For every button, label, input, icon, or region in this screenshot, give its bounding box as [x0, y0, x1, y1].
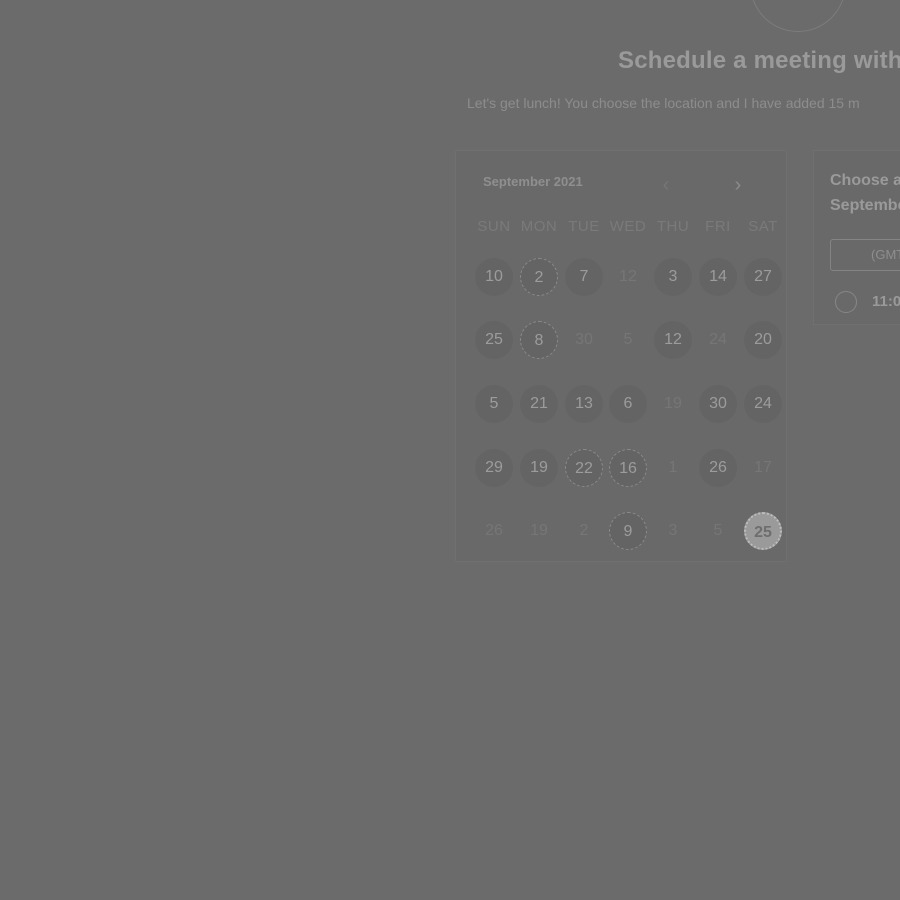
calendar-day: 5 — [623, 331, 633, 348]
calendar-day[interactable]: 25 — [475, 321, 513, 359]
chevron-left-icon[interactable]: ‹ — [654, 172, 678, 198]
calendar-day[interactable]: 30 — [699, 385, 737, 423]
calendar-day[interactable]: 29 — [475, 449, 513, 487]
calendar-day: 30 — [575, 331, 593, 348]
calendar-day: 3 — [668, 522, 678, 539]
calendar-day[interactable]: 12 — [654, 321, 692, 359]
calendar-day[interactable]: 26 — [699, 449, 737, 487]
calendar-day: 2 — [579, 522, 589, 539]
calendar-day[interactable]: 27 — [744, 258, 782, 296]
time-slot-radio[interactable] — [835, 291, 857, 313]
weekday-thu: THU — [656, 218, 690, 235]
timezone-select[interactable]: (GMT — [830, 239, 900, 271]
page-title: Schedule a meeting with — [618, 47, 900, 74]
host-avatar — [750, 0, 846, 32]
calendar-day: 26 — [485, 522, 503, 539]
calendar-day[interactable]: 3 — [654, 258, 692, 296]
calendar-day[interactable]: 24 — [744, 385, 782, 423]
scheduler-page: Schedule a meeting with Let's get lunch!… — [0, 0, 900, 900]
calendar-day[interactable]: 20 — [744, 321, 782, 359]
calendar-day[interactable]: 13 — [565, 385, 603, 423]
weekday-mon: MON — [520, 218, 558, 235]
chevron-right-icon[interactable]: › — [726, 172, 750, 198]
calendar-day[interactable]: 22 — [565, 449, 603, 487]
time-slot-label[interactable]: 11:00 — [872, 293, 900, 310]
calendar-day[interactable]: 10 — [475, 258, 513, 296]
calendar-month-label: September 2021 — [483, 174, 583, 189]
weekday-sun: SUN — [477, 218, 511, 235]
calendar-day: 12 — [619, 268, 637, 285]
weekday-sat: SAT — [748, 218, 778, 235]
weekday-fri: FRI — [705, 218, 731, 235]
weekday-wed: WED — [609, 218, 647, 235]
calendar-day[interactable]: 6 — [609, 385, 647, 423]
calendar-day-selected[interactable]: 25 — [744, 512, 782, 550]
calendar-day[interactable]: 21 — [520, 385, 558, 423]
choose-time-line-2: September — [830, 197, 900, 214]
calendar-day[interactable]: 8 — [520, 321, 558, 359]
choose-time-heading: Choose a September — [830, 168, 900, 218]
calendar-day[interactable]: 16 — [609, 449, 647, 487]
calendar-day: 17 — [754, 459, 772, 476]
calendar-day[interactable]: 19 — [520, 449, 558, 487]
weekday-tue: TUE — [568, 218, 600, 235]
choose-time-line-1: Choose a — [830, 172, 900, 189]
calendar-day: 19 — [664, 395, 682, 412]
calendar-day[interactable]: 7 — [565, 258, 603, 296]
calendar-day[interactable]: 14 — [699, 258, 737, 296]
calendar-day: 1 — [668, 459, 678, 476]
calendar-day[interactable]: 9 — [609, 512, 647, 550]
calendar-day: 24 — [709, 331, 727, 348]
calendar-day[interactable]: 2 — [520, 258, 558, 296]
calendar-day[interactable]: 5 — [475, 385, 513, 423]
calendar-day: 19 — [530, 522, 548, 539]
page-subtitle: Let's get lunch! You choose the location… — [467, 95, 860, 111]
calendar-day: 5 — [713, 522, 723, 539]
